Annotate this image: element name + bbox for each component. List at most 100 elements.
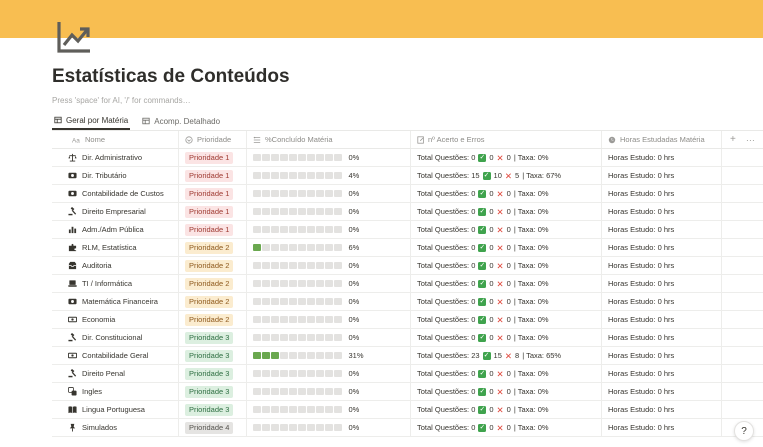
cell-priority[interactable]: Prioridade 1 (179, 167, 247, 184)
tab-geral-por-materia[interactable]: Geral por Matéria (52, 112, 131, 130)
cell-name[interactable]: Contabilidade de Custos (52, 185, 179, 202)
trending-up-icon[interactable] (56, 20, 92, 54)
table-row[interactable]: Dir. Tributário Prioridade 1 4% Total Quest… (52, 167, 763, 185)
cell-progress[interactable]: 31% (247, 347, 411, 364)
cell-name[interactable]: RLM, Estatística (52, 239, 179, 256)
cell-hours[interactable]: Horas Estudo: 0 hrs (602, 347, 722, 364)
cell-priority[interactable]: Prioridade 2 (179, 257, 247, 274)
cell-hours[interactable]: Horas Estudo: 0 hrs (602, 203, 722, 220)
cell-progress[interactable]: 0% (247, 257, 411, 274)
cell-name[interactable]: Economia (52, 311, 179, 328)
cell-name[interactable]: Contabilidade Geral (52, 347, 179, 364)
table-row[interactable]: Contabilidade de Custos Prioridade 1 0% Tot… (52, 185, 763, 203)
cell-progress[interactable]: 4% (247, 167, 411, 184)
cell-name[interactable]: Ingles (52, 383, 179, 400)
cell-hours[interactable]: Horas Estudo: 0 hrs (602, 329, 722, 346)
table-row[interactable]: Dir. Administrativo Prioridade 1 0% Total Q… (52, 149, 763, 167)
cell-name[interactable]: Direito Penal (52, 365, 179, 382)
cell-hours[interactable]: Horas Estudo: 0 hrs (602, 185, 722, 202)
cell-priority[interactable]: Prioridade 1 (179, 221, 247, 238)
cell-progress[interactable]: 0% (247, 383, 411, 400)
cell-progress[interactable]: 0% (247, 365, 411, 382)
column-header-accuracy[interactable]: nº Acerto e Erros (411, 131, 602, 148)
cell-priority[interactable]: Prioridade 2 (179, 311, 247, 328)
table-row[interactable]: Adm./Adm Pública Prioridade 1 0% Total Ques… (52, 221, 763, 239)
cell-accuracy[interactable]: Total Questões: 23 ✓ 15 ✕ 8 | Taxa: 65% (411, 347, 602, 364)
cell-hours[interactable]: Horas Estudo: 0 hrs (602, 419, 722, 436)
column-header-priority[interactable]: Prioridade (179, 131, 247, 148)
column-header-name[interactable]: Aa Nome (52, 131, 179, 148)
cell-progress[interactable]: 0% (247, 149, 411, 166)
cell-accuracy[interactable]: Total Questões: 0 ✓ 0 ✕ 0 | Taxa: 0% (411, 203, 602, 220)
cell-name[interactable]: Adm./Adm Pública (52, 221, 179, 238)
cell-progress[interactable]: 6% (247, 239, 411, 256)
cell-hours[interactable]: Horas Estudo: 0 hrs (602, 275, 722, 292)
cell-name[interactable]: Lingua Portuguesa (52, 401, 179, 418)
cell-accuracy[interactable]: Total Questões: 0 ✓ 0 ✕ 0 | Taxa: 0% (411, 329, 602, 346)
cell-hours[interactable]: Horas Estudo: 0 hrs (602, 221, 722, 238)
cell-accuracy[interactable]: Total Questões: 0 ✓ 0 ✕ 0 | Taxa: 0% (411, 365, 602, 382)
cell-name[interactable]: Auditoria (52, 257, 179, 274)
table-row[interactable]: Contabilidade Geral Prioridade 3 31% Total … (52, 347, 763, 365)
cell-accuracy[interactable]: Total Questões: 0 ✓ 0 ✕ 0 | Taxa: 0% (411, 221, 602, 238)
cell-hours[interactable]: Horas Estudo: 0 hrs (602, 239, 722, 256)
cell-progress[interactable]: 0% (247, 185, 411, 202)
cell-progress[interactable]: 0% (247, 419, 411, 436)
cell-name[interactable]: Dir. Administrativo (52, 149, 179, 166)
table-row[interactable]: Simulados Prioridade 4 0% Total Questões: 0… (52, 419, 763, 437)
cell-accuracy[interactable]: Total Questões: 0 ✓ 0 ✕ 0 | Taxa: 0% (411, 149, 602, 166)
cell-hours[interactable]: Horas Estudo: 0 hrs (602, 311, 722, 328)
table-row[interactable]: Economia Prioridade 2 0% Total Questões: 0 ✓… (52, 311, 763, 329)
column-header-hours[interactable]: Horas Estudadas Matéria (602, 131, 722, 148)
cell-name[interactable]: Matemática Financeira (52, 293, 179, 310)
cell-accuracy[interactable]: Total Questões: 0 ✓ 0 ✕ 0 | Taxa: 0% (411, 257, 602, 274)
cell-hours[interactable]: Horas Estudo: 0 hrs (602, 383, 722, 400)
table-row[interactable]: Lingua Portuguesa Prioridade 3 0% Total Que… (52, 401, 763, 419)
cell-progress[interactable]: 0% (247, 311, 411, 328)
cell-accuracy[interactable]: Total Questões: 0 ✓ 0 ✕ 0 | Taxa: 0% (411, 401, 602, 418)
table-row[interactable]: Direito Penal Prioridade 3 0% Total Questõe… (52, 365, 763, 383)
cell-progress[interactable]: 0% (247, 401, 411, 418)
table-row[interactable]: RLM, Estatística Prioridade 2 6% Total Ques… (52, 239, 763, 257)
cell-progress[interactable]: 0% (247, 275, 411, 292)
table-row[interactable]: Ingles Prioridade 3 0% Total Questões: 0 ✓ 0 ✕… (52, 383, 763, 401)
cell-priority[interactable]: Prioridade 3 (179, 329, 247, 346)
cell-accuracy[interactable]: Total Questões: 15 ✓ 10 ✕ 5 | Taxa: 67% (411, 167, 602, 184)
cell-priority[interactable]: Prioridade 3 (179, 365, 247, 382)
table-row[interactable]: Matemática Financeira Prioridade 2 0% Total… (52, 293, 763, 311)
tab-acomp-detalhado[interactable]: Acomp. Detalhado (140, 112, 222, 130)
cell-accuracy[interactable]: Total Questões: 0 ✓ 0 ✕ 0 | Taxa: 0% (411, 185, 602, 202)
block-placeholder[interactable]: Press 'space' for AI, '/' for commands… (52, 96, 191, 105)
cell-priority[interactable]: Prioridade 3 (179, 347, 247, 364)
cell-name[interactable]: TI / Informática (52, 275, 179, 292)
help-button[interactable]: ? (734, 421, 754, 441)
cell-accuracy[interactable]: Total Questões: 0 ✓ 0 ✕ 0 | Taxa: 0% (411, 239, 602, 256)
cell-hours[interactable]: Horas Estudo: 0 hrs (602, 401, 722, 418)
cell-accuracy[interactable]: Total Questões: 0 ✓ 0 ✕ 0 | Taxa: 0% (411, 293, 602, 310)
table-row[interactable]: TI / Informática Prioridade 2 0% Total Ques… (52, 275, 763, 293)
cell-name[interactable]: Dir. Constitucional (52, 329, 179, 346)
cell-priority[interactable]: Prioridade 3 (179, 401, 247, 418)
add-column-button[interactable]: + (730, 134, 736, 145)
cell-accuracy[interactable]: Total Questões: 0 ✓ 0 ✕ 0 | Taxa: 0% (411, 383, 602, 400)
cell-hours[interactable]: Horas Estudo: 0 hrs (602, 293, 722, 310)
cell-priority[interactable]: Prioridade 4 (179, 419, 247, 436)
cell-accuracy[interactable]: Total Questões: 0 ✓ 0 ✕ 0 | Taxa: 0% (411, 419, 602, 436)
cell-progress[interactable]: 0% (247, 203, 411, 220)
cell-progress[interactable]: 0% (247, 329, 411, 346)
cell-accuracy[interactable]: Total Questões: 0 ✓ 0 ✕ 0 | Taxa: 0% (411, 311, 602, 328)
cell-hours[interactable]: Horas Estudo: 0 hrs (602, 167, 722, 184)
cell-name[interactable]: Dir. Tributário (52, 167, 179, 184)
cell-hours[interactable]: Horas Estudo: 0 hrs (602, 257, 722, 274)
column-header-progress[interactable]: %Concluído Matéria (247, 131, 411, 148)
cell-hours[interactable]: Horas Estudo: 0 hrs (602, 365, 722, 382)
cell-priority[interactable]: Prioridade 1 (179, 149, 247, 166)
cell-priority[interactable]: Prioridade 1 (179, 203, 247, 220)
cell-priority[interactable]: Prioridade 2 (179, 293, 247, 310)
page-title[interactable]: Estatísticas de Conteúdos (52, 66, 290, 88)
cell-accuracy[interactable]: Total Questões: 0 ✓ 0 ✕ 0 | Taxa: 0% (411, 275, 602, 292)
cell-priority[interactable]: Prioridade 2 (179, 239, 247, 256)
cell-priority[interactable]: Prioridade 1 (179, 185, 247, 202)
table-row[interactable]: Direito Empresarial Prioridade 1 0% Total Q… (52, 203, 763, 221)
cell-hours[interactable]: Horas Estudo: 0 hrs (602, 149, 722, 166)
